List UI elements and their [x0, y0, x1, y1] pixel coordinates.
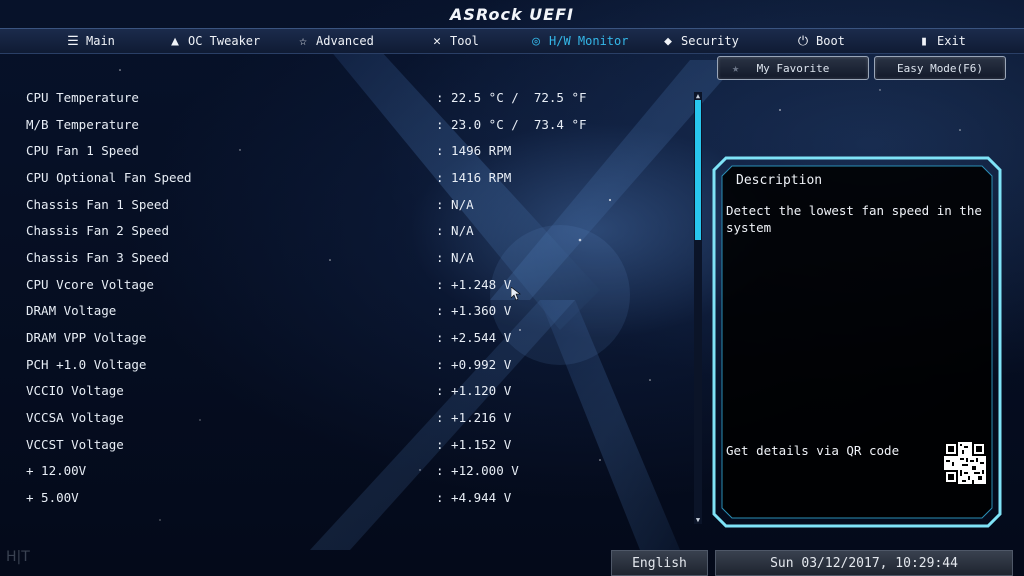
main-navigation: ☰ Main ▲ OC Tweaker ☆ Advanced ✕ Tool ◎ …: [0, 28, 1024, 54]
tab-advanced[interactable]: ☆ Advanced: [296, 31, 374, 51]
reading-value: : 23.0 °C / 73.4 °F: [436, 117, 587, 132]
power-icon: ⏻: [797, 33, 809, 49]
reading-value: : +1.120 V: [436, 383, 512, 398]
list-item[interactable]: M/B Temperature : 23.0 °C / 73.4 °F: [26, 114, 587, 136]
rocket-icon: ▲: [171, 33, 179, 49]
reading-label: CPU Vcore Voltage: [26, 277, 154, 292]
reading-value: : N/A: [436, 250, 474, 265]
reading-label: Chassis Fan 2 Speed: [26, 223, 169, 238]
tab-boot[interactable]: ⏻ Boot: [796, 31, 845, 51]
reading-value: : +12.000 V: [436, 463, 519, 478]
my-favorite-button[interactable]: ★ My Favorite: [717, 56, 869, 80]
qr-code-image: [944, 442, 986, 484]
reading-label: Chassis Fan 3 Speed: [26, 250, 169, 265]
monitor-icon: ◎: [532, 33, 540, 49]
list-item[interactable]: + 12.00V : +12.000 V: [26, 460, 586, 482]
watermark-logo: H|T: [6, 549, 30, 565]
list-item[interactable]: CPU Optional Fan Speed : 1416 RPM: [26, 167, 586, 189]
tools-icon: ✕: [433, 33, 441, 49]
tab-security-label: Security: [681, 34, 739, 48]
reading-value: : 1496 RPM: [436, 143, 512, 158]
reading-value: : 22.5 °C / 72.5 °F: [436, 90, 587, 105]
datetime-label: Sun 03/12/2017, 10:29:44: [770, 555, 958, 571]
favorite-star-icon: ★: [732, 61, 740, 75]
scroll-down-arrow-icon[interactable]: ▼: [694, 516, 702, 524]
mouse-cursor-icon: [511, 287, 521, 301]
tab-exit[interactable]: ▮ Exit: [917, 31, 966, 51]
tab-hw-monitor[interactable]: ◎ H/W Monitor: [529, 31, 628, 51]
reading-label: VCCSA Voltage: [26, 410, 124, 425]
scroll-up-arrow-icon[interactable]: ▲: [694, 92, 702, 100]
easy-mode-label: Easy Mode(F6): [896, 61, 984, 75]
tab-hw-monitor-label: H/W Monitor: [549, 34, 629, 48]
reading-label: CPU Optional Fan Speed: [26, 170, 192, 185]
my-favorite-label: My Favorite: [756, 61, 830, 75]
list-scrollbar[interactable]: ▲ ▼: [694, 92, 702, 524]
reading-label: DRAM Voltage: [26, 303, 117, 318]
language-selector[interactable]: English: [611, 550, 708, 576]
tab-tool[interactable]: ✕ Tool: [430, 31, 479, 51]
shield-icon: ◆: [664, 33, 672, 49]
reading-value: : N/A: [436, 197, 474, 212]
reading-value: : +2.544 V: [436, 330, 512, 345]
reading-value: : +1.216 V: [436, 410, 512, 425]
reading-label: M/B Temperature: [26, 117, 139, 132]
reading-label: PCH +1.0 Voltage: [26, 357, 147, 372]
list-item[interactable]: PCH +1.0 Voltage : +0.992 V: [26, 354, 586, 376]
reading-label: Chassis Fan 1 Speed: [26, 197, 169, 212]
reading-value: : +1.360 V: [436, 303, 512, 318]
asrock-uefi-logo: ASRock UEFI: [450, 5, 574, 24]
description-title: Description: [736, 173, 823, 188]
list-item[interactable]: VCCSA Voltage : +1.216 V: [26, 407, 586, 429]
tab-oc-tweaker[interactable]: ▲ OC Tweaker: [168, 31, 260, 51]
datetime-display: Sun 03/12/2017, 10:29:44: [715, 550, 1013, 576]
reading-label: + 12.00V: [26, 463, 87, 478]
qr-code-label: Get details via QR code: [726, 443, 900, 458]
tab-boot-label: Boot: [816, 34, 845, 48]
tab-exit-label: Exit: [937, 34, 966, 48]
reading-label: CPU Fan 1 Speed: [26, 143, 139, 158]
language-label: English: [632, 555, 687, 571]
tab-tool-label: Tool: [450, 34, 479, 48]
tab-advanced-label: Advanced: [316, 34, 374, 48]
reading-value: : N/A: [436, 223, 474, 238]
tab-security[interactable]: ◆ Security: [661, 31, 739, 51]
list-item[interactable]: Chassis Fan 3 Speed : N/A: [26, 247, 586, 269]
list-item[interactable]: Chassis Fan 2 Speed : N/A: [26, 220, 586, 242]
list-item[interactable]: Chassis Fan 1 Speed : N/A: [26, 194, 586, 216]
easy-mode-button[interactable]: Easy Mode(F6): [874, 56, 1006, 80]
list-item[interactable]: CPU Vcore Voltage : +1.248 V: [26, 274, 586, 296]
exit-icon: ▮: [920, 33, 928, 49]
description-text: Detect the lowest fan speed in the syste…: [726, 203, 982, 235]
reading-value: : +1.248 V: [436, 277, 512, 292]
list-item[interactable]: VCCIO Voltage : +1.120 V: [26, 380, 586, 402]
reading-label: CPU Temperature: [26, 90, 139, 105]
list-item[interactable]: CPU Fan 1 Speed : 1496 RPM: [26, 140, 586, 162]
star-icon: ☆: [299, 33, 307, 49]
tab-oc-tweaker-label: OC Tweaker: [188, 34, 261, 48]
reading-value: : +4.944 V: [436, 490, 512, 505]
tab-main[interactable]: ☰ Main: [66, 31, 115, 51]
reading-label: DRAM VPP Voltage: [26, 330, 147, 345]
tab-main-label: Main: [86, 34, 115, 48]
reading-value: : +0.992 V: [436, 357, 512, 372]
list-item[interactable]: CPU Temperature : 22.5 °C / 72.5 °F: [26, 87, 587, 109]
list-item[interactable]: VCCST Voltage : +1.152 V: [26, 434, 586, 456]
reading-label: VCCIO Voltage: [26, 383, 124, 398]
reading-label: + 5.00V: [26, 490, 79, 505]
reading-value: : +1.152 V: [436, 437, 512, 452]
list-item[interactable]: DRAM Voltage : +1.360 V: [26, 300, 586, 322]
list-item[interactable]: + 5.00V : +4.944 V: [26, 487, 586, 509]
header: ASRock UEFI: [0, 0, 1024, 28]
list-icon: ☰: [67, 33, 79, 49]
scrollbar-thumb[interactable]: [695, 100, 701, 240]
reading-label: VCCST Voltage: [26, 437, 124, 452]
reading-value: : 1416 RPM: [436, 170, 512, 185]
list-item[interactable]: DRAM VPP Voltage : +2.544 V: [26, 327, 586, 349]
